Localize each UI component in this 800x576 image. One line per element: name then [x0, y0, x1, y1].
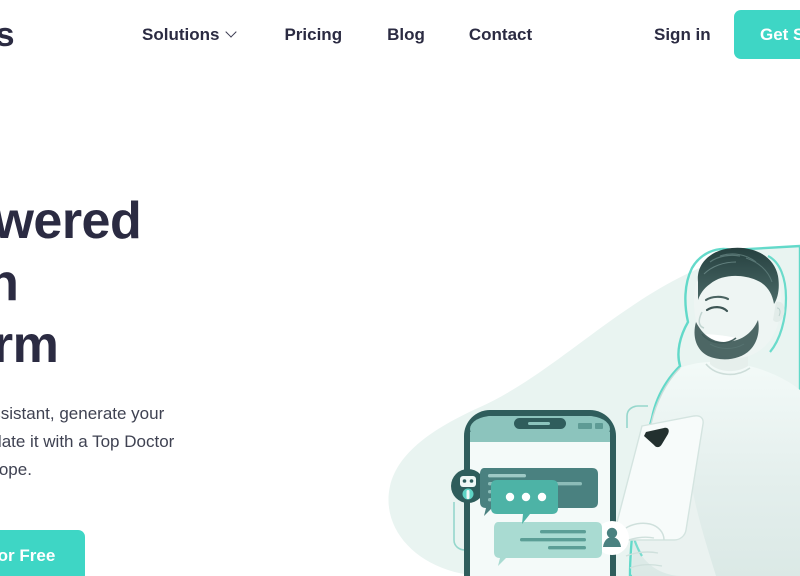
nav-item-blog[interactable]: Blog: [387, 22, 425, 48]
main-navigation: Solutions Pricing Blog Contact: [142, 22, 532, 52]
illustration-svg: [388, 244, 800, 576]
nav-item-contact[interactable]: Contact: [469, 22, 532, 48]
nav-item-solutions[interactable]: Solutions: [142, 22, 238, 48]
hero-cta-button[interactable]: cus for Free: [0, 530, 86, 576]
sign-in-link[interactable]: Sign in: [654, 22, 711, 48]
hero-headline: Powered alth tform: [0, 192, 142, 374]
nav-item-solutions-label: Solutions: [142, 25, 220, 44]
hero-subheadline: Health Assistant, generate your port, va…: [0, 404, 175, 479]
landing-page: cus Solutions Pricing Blog Contact Sign in…: [0, 0, 800, 576]
hero-illustration: [380, 240, 800, 576]
brand-logo[interactable]: cus: [0, 16, 15, 54]
hero-section: Powered alth tform Health Assistant, gen…: [0, 190, 420, 576]
chevron-down-icon: [227, 27, 238, 38]
site-header: cus Solutions Pricing Blog Contact Sign in…: [0, 0, 800, 70]
nav-item-pricing[interactable]: Pricing: [284, 22, 342, 48]
get-started-button[interactable]: Get S: [734, 10, 800, 59]
